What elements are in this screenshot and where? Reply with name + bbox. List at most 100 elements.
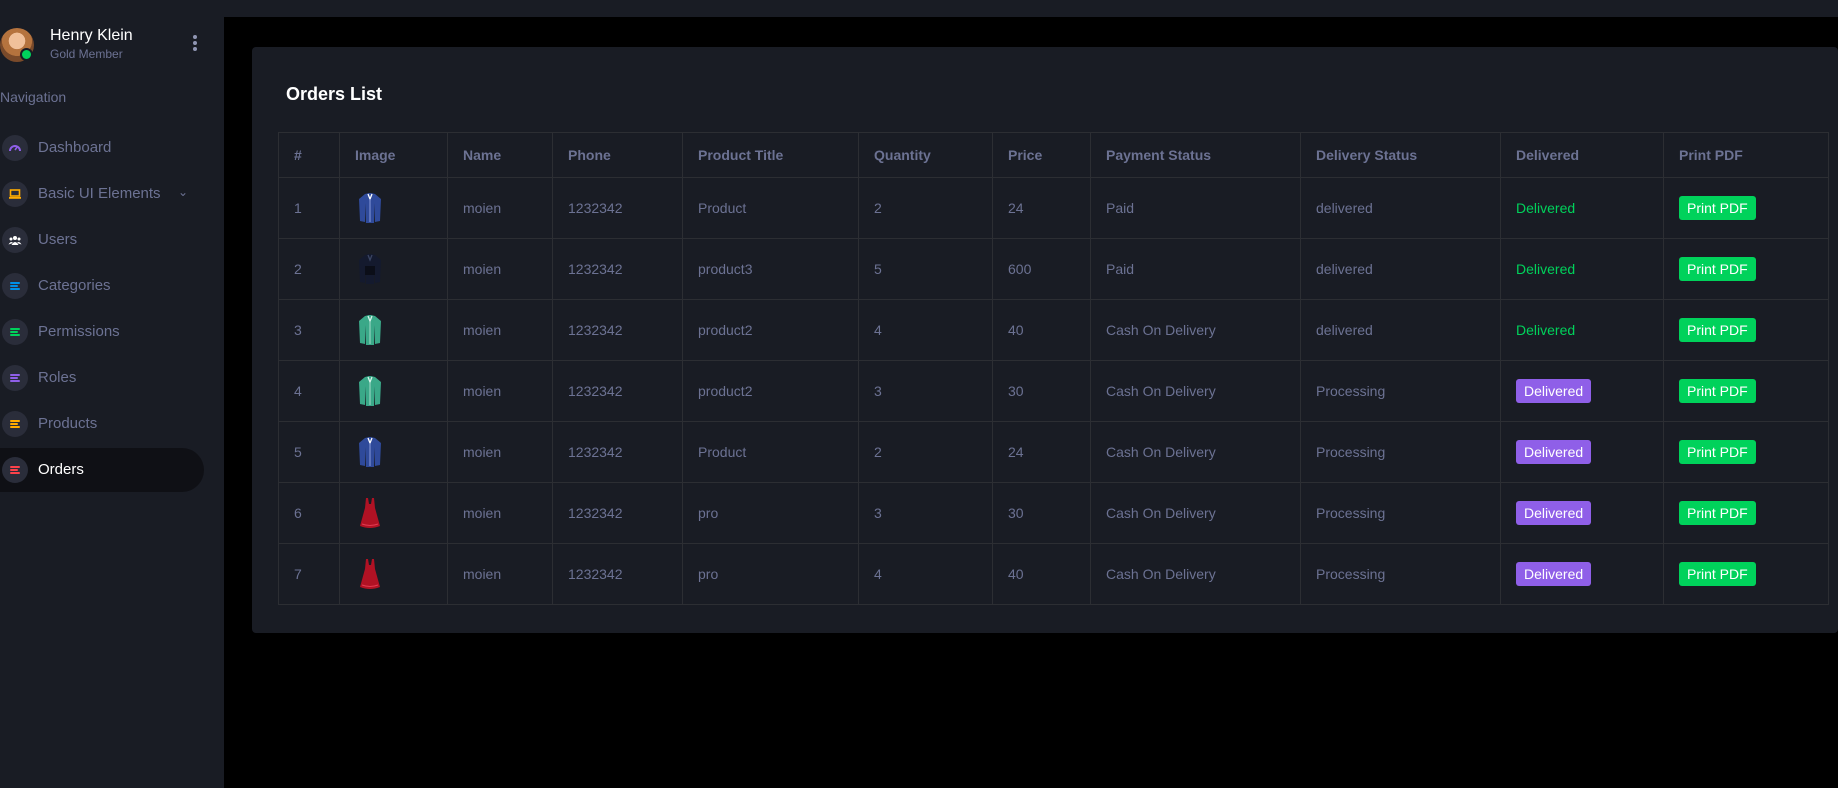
product-image-cell [339, 543, 448, 605]
mark-delivered-button[interactable]: Delivered [1516, 440, 1592, 464]
mark-delivered-button[interactable]: Delivered [1516, 379, 1592, 403]
column-header: Delivery Status [1300, 132, 1501, 178]
payment-status: Cash On Delivery [1090, 543, 1301, 605]
mark-delivered-button[interactable]: Delivered [1516, 501, 1592, 525]
product-title: product2 [682, 299, 859, 361]
print-pdf-cell: Print PDF [1663, 543, 1829, 605]
table-header-row: # Image Name Phone Product Title Quantit… [278, 132, 1829, 178]
chevron-down-icon[interactable]: ⌄ [178, 185, 188, 199]
sidebar-item-label: Categories [38, 277, 111, 294]
phone: 1232342 [552, 238, 683, 300]
delivery-status: Processing [1300, 360, 1501, 422]
delivery-status: delivered [1300, 238, 1501, 300]
quantity: 3 [858, 360, 993, 422]
price: 30 [992, 482, 1091, 544]
print-pdf-button[interactable]: Print PDF [1679, 257, 1756, 281]
laptop-icon [2, 181, 28, 207]
delivered-status-text: Delivered [1516, 200, 1576, 216]
product-image-cell [339, 177, 448, 239]
quantity: 2 [858, 177, 993, 239]
quantity: 2 [858, 421, 993, 483]
column-header: Phone [552, 132, 683, 178]
product-image-cell [339, 299, 448, 361]
print-pdf-button[interactable]: Print PDF [1679, 501, 1756, 525]
phone: 1232342 [552, 482, 683, 544]
speedometer-icon [2, 135, 28, 161]
delivery-status: Processing [1300, 482, 1501, 544]
print-pdf-button[interactable]: Print PDF [1679, 562, 1756, 586]
print-pdf-button[interactable]: Print PDF [1679, 379, 1756, 403]
delivered-cell: Delivered [1500, 299, 1664, 361]
sidebar-item-users[interactable]: Users [0, 218, 204, 262]
sidebar-item-orders[interactable]: Orders [0, 448, 204, 492]
sidebar-item-label: Permissions [38, 323, 120, 340]
delivered-cell: Delivered [1500, 482, 1664, 544]
payment-status: Cash On Delivery [1090, 299, 1301, 361]
sidebar: Henry Klein Gold Member Navigation Dashb… [0, 0, 224, 788]
table-row: 7 moien 1232342 pro 4 40 Cash On Delivery Proce… [278, 543, 1829, 605]
price: 40 [992, 543, 1091, 605]
delivered-cell: Delivered [1500, 421, 1664, 483]
sidebar-item-label: Basic UI Elements [38, 185, 161, 202]
product-title: Product [682, 177, 859, 239]
print-pdf-button[interactable]: Print PDF [1679, 196, 1756, 220]
sidebar-item-label: Roles [38, 369, 77, 386]
price: 600 [992, 238, 1091, 300]
list-icon [2, 273, 28, 299]
product-image-cell [339, 360, 448, 422]
customer-name: moien [447, 177, 553, 239]
list-icon [2, 457, 28, 483]
product-title: Product [682, 421, 859, 483]
product-image [355, 557, 432, 591]
delivery-status: Processing [1300, 543, 1501, 605]
customer-name: moien [447, 299, 553, 361]
profile-name: Henry Klein [50, 27, 133, 44]
customer-name: moien [447, 421, 553, 483]
sidebar-item-roles[interactable]: Roles [0, 356, 204, 400]
product-title: pro [682, 482, 859, 544]
delivery-status: delivered [1300, 177, 1501, 239]
column-header: Price [992, 132, 1091, 178]
print-pdf-cell: Print PDF [1663, 482, 1829, 544]
list-icon [2, 411, 28, 437]
sidebar-item-basic-ui-elements[interactable]: Basic UI Elements ⌄ [0, 172, 204, 216]
delivered-cell: Delivered [1500, 543, 1664, 605]
phone: 1232342 [552, 543, 683, 605]
sidebar-item-permissions[interactable]: Permissions [0, 310, 204, 354]
delivered-cell: Delivered [1500, 177, 1664, 239]
sidebar-item-products[interactable]: Products [0, 402, 204, 446]
print-pdf-button[interactable]: Print PDF [1679, 440, 1756, 464]
print-pdf-button[interactable]: Print PDF [1679, 318, 1756, 342]
product-image [355, 435, 432, 469]
sidebar-item-dashboard[interactable]: Dashboard [0, 126, 204, 170]
more-options-icon[interactable] [188, 35, 202, 55]
list-icon [2, 365, 28, 391]
customer-name: moien [447, 238, 553, 300]
column-header: Product Title [682, 132, 859, 178]
sidebar-item-categories[interactable]: Categories [0, 264, 204, 308]
column-header: Quantity [858, 132, 993, 178]
product-title: pro [682, 543, 859, 605]
product-image [355, 313, 432, 347]
print-pdf-cell: Print PDF [1663, 360, 1829, 422]
row-number: 2 [278, 238, 340, 300]
top-navbar [224, 0, 1838, 17]
sidebar-item-label: Dashboard [38, 139, 112, 156]
mark-delivered-button[interactable]: Delivered [1516, 562, 1592, 586]
column-header: Delivered [1500, 132, 1664, 178]
sidebar-item-label: Products [38, 415, 98, 432]
payment-status: Cash On Delivery [1090, 482, 1301, 544]
online-status-dot [20, 48, 33, 61]
customer-name: moien [447, 543, 553, 605]
table-row: 4 moien 1232342 product2 3 30 Cash On Delivery… [278, 360, 1829, 422]
column-header: # [278, 132, 340, 178]
price: 30 [992, 360, 1091, 422]
row-number: 3 [278, 299, 340, 361]
print-pdf-cell: Print PDF [1663, 421, 1829, 483]
avatar[interactable] [0, 28, 34, 62]
orders-table: # Image Name Phone Product Title Quantit… [278, 132, 1829, 605]
table-row: 6 moien 1232342 pro 3 30 Cash On Delivery Proce… [278, 482, 1829, 544]
product-image [355, 496, 432, 530]
row-number: 5 [278, 421, 340, 483]
list-icon [2, 319, 28, 345]
